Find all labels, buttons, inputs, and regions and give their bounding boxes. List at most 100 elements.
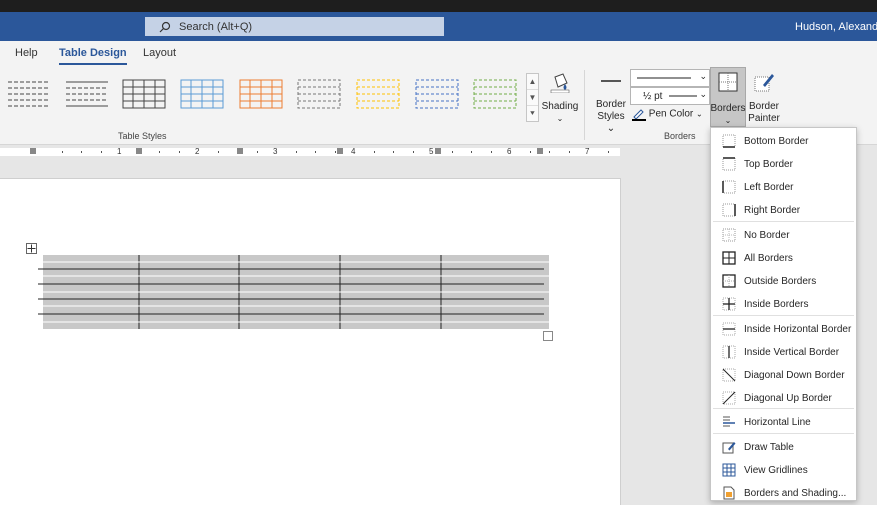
no-border-icon <box>722 228 736 242</box>
pen-color-label: Pen Color <box>648 108 694 120</box>
left-border-icon <box>722 180 736 194</box>
inside-borders-icon <box>722 297 736 311</box>
ruler-number: 1 <box>117 147 122 156</box>
menu-item-label: Diagonal Up Border <box>744 392 832 404</box>
ruler-tick <box>217 151 219 153</box>
diagonal-up-border-icon <box>722 391 736 405</box>
ruler-column-marker[interactable] <box>337 148 343 154</box>
ruler-tick <box>412 151 414 153</box>
menu-item-label: Right Border <box>744 204 801 216</box>
ruler-tick <box>451 151 453 153</box>
menu-item-horizontal-line[interactable]: Horizontal Line <box>711 411 856 433</box>
table-style-plain-1[interactable] <box>6 76 52 112</box>
gallery-scroll[interactable]: ▲ ▼ ⯆ <box>526 73 539 122</box>
border-painter-button[interactable]: Border Painter <box>747 71 781 127</box>
ruler-number: 7 <box>585 147 590 156</box>
gallery-down-icon[interactable]: ▼ <box>527 90 538 106</box>
menu-item-bottom-border[interactable]: Bottom Border <box>711 130 856 152</box>
menu-item-label: No Border <box>744 229 790 241</box>
view-gridlines-icon <box>722 463 736 477</box>
borders-icon <box>718 72 738 92</box>
bottom-border-icon <box>722 134 736 148</box>
ruler-tick <box>100 151 102 153</box>
document-table[interactable] <box>36 254 556 336</box>
borders-and-shading-icon <box>723 486 735 500</box>
table-style-gold[interactable] <box>355 76 401 112</box>
window-top-strip <box>0 0 877 12</box>
table-style-orange[interactable] <box>238 76 284 112</box>
table-style-plain-2[interactable] <box>64 76 110 112</box>
user-name[interactable]: Hudson, Alexandra <box>795 21 877 33</box>
menu-item-diagonal-up-border[interactable]: Diagonal Up Border <box>711 387 856 409</box>
menu-item-right-border[interactable]: Right Border <box>711 199 856 221</box>
menu-item-diagonal-down-border[interactable]: Diagonal Down Border <box>711 364 856 386</box>
ruler-number: 6 <box>507 147 512 156</box>
outside-borders-icon <box>722 274 736 288</box>
menu-item-inside-vertical-border[interactable]: Inside Vertical Border <box>711 341 856 363</box>
diagonal-down-border-icon <box>722 368 736 382</box>
line-style-select[interactable]: ⌄ <box>630 69 710 87</box>
menu-item-label: Draw Table <box>744 441 794 453</box>
ruler-tick <box>295 151 297 153</box>
table-styles-group-label: Table Styles <box>118 131 167 141</box>
borders-label: Borders <box>710 103 746 114</box>
tab-layout[interactable]: Layout <box>143 47 176 59</box>
menu-item-view-gridlines[interactable]: View Gridlines <box>711 459 856 481</box>
ruler-column-marker[interactable] <box>435 148 441 154</box>
ruler-tick <box>490 151 492 153</box>
group-separator <box>584 70 585 140</box>
ruler-number: 5 <box>429 147 434 156</box>
chevron-down-icon: ⌄ <box>699 71 707 81</box>
menu-separator <box>713 221 854 222</box>
borders-button-content[interactable]: Borders ⌄ <box>710 71 746 127</box>
document-page[interactable] <box>0 178 621 505</box>
tab-help[interactable]: Help <box>15 47 38 59</box>
table-style-green[interactable] <box>472 76 518 112</box>
shading-button[interactable]: Shading ⌄ <box>541 71 579 131</box>
menu-item-no-border[interactable]: No Border <box>711 224 856 246</box>
ruler-column-marker[interactable] <box>30 148 36 154</box>
table-style-blue[interactable] <box>179 76 225 112</box>
menu-item-outside-borders[interactable]: Outside Borders <box>711 270 856 292</box>
menu-item-label: Inside Vertical Border <box>744 346 840 358</box>
table-resize-handle[interactable] <box>543 331 553 341</box>
border-painter-icon <box>754 74 774 92</box>
menu-item-label: Borders and Shading... <box>744 487 847 499</box>
line-weight-icon <box>669 95 697 97</box>
menu-item-draw-table[interactable]: Draw Table <box>711 436 856 458</box>
inside-vertical-border-icon <box>722 345 736 359</box>
menu-item-inside-borders[interactable]: Inside Borders <box>711 293 856 315</box>
menu-item-top-border[interactable]: Top Border <box>711 153 856 175</box>
border-styles-button[interactable]: Border Styles ⌄ <box>592 71 630 134</box>
menu-item-label: Outside Borders <box>744 275 817 287</box>
ruler-number: 4 <box>351 147 356 156</box>
ruler-column-marker[interactable] <box>136 148 142 154</box>
ruler-column-marker[interactable] <box>537 148 543 154</box>
gallery-up-icon[interactable]: ▲ <box>527 74 538 90</box>
line-weight-select[interactable]: ½ pt ⌄ <box>630 87 710 105</box>
gallery-more-icon[interactable]: ⯆ <box>527 106 538 122</box>
ruler-column-marker[interactable] <box>237 148 243 154</box>
menu-item-borders-and-shading[interactable]: Borders and Shading... <box>711 482 856 504</box>
pen-color-button[interactable]: Pen Color ⌄ <box>632 107 706 123</box>
menu-item-inside-horizontal-border[interactable]: Inside Horizontal Border <box>711 318 856 340</box>
pen-icon <box>632 109 646 121</box>
table-style-gray[interactable] <box>296 76 342 112</box>
inside-horizontal-border-icon <box>722 322 736 336</box>
table-move-handle-icon[interactable] <box>26 243 37 254</box>
horizontal-ruler[interactable]: 1 2 3 4 5 6 7 <box>0 145 620 159</box>
table-style-grid[interactable] <box>121 76 167 112</box>
search-box[interactable]: Search (Alt+Q) <box>145 17 444 36</box>
ruler-tick <box>373 151 375 153</box>
chevron-down-icon: ⌄ <box>556 114 564 123</box>
table-style-light-blue[interactable] <box>414 76 460 112</box>
right-border-icon <box>722 203 736 217</box>
menu-item-left-border[interactable]: Left Border <box>711 176 856 198</box>
menu-item-all-borders[interactable]: All Borders <box>711 247 856 269</box>
menu-item-label: Diagonal Down Border <box>744 369 845 381</box>
menu-item-label: Top Border <box>744 158 793 170</box>
tab-table-design[interactable]: Table Design <box>59 47 127 65</box>
ruler-tick <box>334 151 336 153</box>
all-borders-icon <box>722 251 736 265</box>
ruler-tick <box>315 151 316 153</box>
